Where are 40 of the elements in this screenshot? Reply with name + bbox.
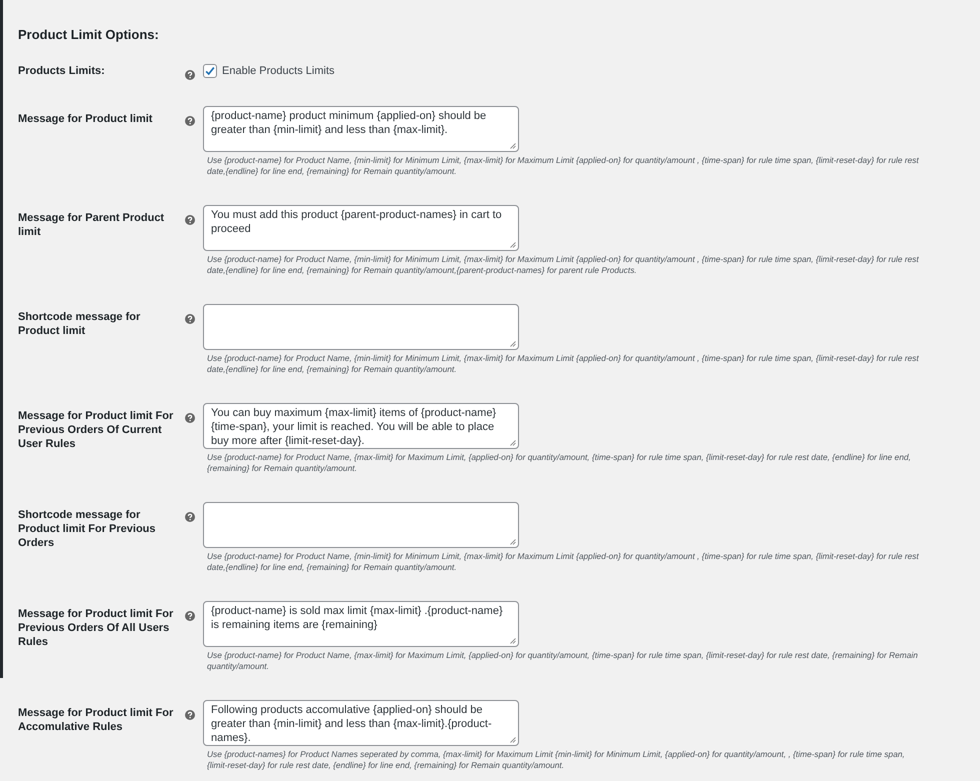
checkbox[interactable] xyxy=(203,64,217,78)
field-label: Message for Product limit For Accomulative Rules xyxy=(18,706,174,734)
field-description: Use {product-name} for Product Name, {min-limit} for Minimum Limit, {max-limit} for Maximum Limit {applied-on} for quantity/amount , {time-span} for rule time span, {limit-reset-day} for rule rest date,{endline} for line end, {remaining} for Remain quantity/amount. xyxy=(206,353,919,375)
help-icon[interactable] xyxy=(185,512,195,522)
message-field[interactable]: {product-name} product minimum {applied-on} should be greater than {min-limit} and less than {max-limit}. xyxy=(203,106,519,152)
message-field[interactable] xyxy=(203,502,519,548)
resize-handle-icon[interactable] xyxy=(510,440,516,446)
field-label: Message for Product limit For Previous Orders Of All Users Rules xyxy=(18,607,174,649)
field-description: Use {product-name} for Product Name, {min-limit} for Minimum Limit, {max-limit} for Maximum Limit {applied-on} for quantity/amount , {time-span} for rule time span, {limit-reset-day} for rule rest date,{endline} for line end, {remaining} for Remain quantity/amount,{parent-product-names} for parent rule Products. xyxy=(206,254,919,276)
help-icon[interactable] xyxy=(185,70,195,80)
field-description: Use {product-name} for Product Name, {max-limit} for Maximum Limit, {applied-on} for quantity/amount, {time-span} for rule time span, {limit-reset-day} for rule rest date, {endline} for line end, {remaining} for Remain quantity/amount. xyxy=(206,452,912,474)
field-description: Use {product-name} for Product Name, {max-limit} for Maximum Limit, {applied-on} for quantity/amount, {time-span} for rule time span, {limit-reset-day} for rule rest date, {remaining} for Remain quantity/amount. xyxy=(206,650,919,672)
help-icon[interactable] xyxy=(185,413,195,423)
resize-handle-icon[interactable] xyxy=(510,242,516,248)
field-label: Shortcode message for Product limit xyxy=(18,310,142,338)
field-label: Products Limits: xyxy=(18,64,106,78)
field-label: Shortcode message for Product limit For Previous Orders xyxy=(18,508,157,550)
help-icon[interactable] xyxy=(185,314,195,324)
resize-handle-icon[interactable] xyxy=(510,638,516,644)
message-field[interactable]: {product-name} is sold max limit {max-limit} .{product-name} is remaining items are {remaining} xyxy=(203,601,519,647)
message-field[interactable] xyxy=(203,304,519,350)
message-field[interactable]: Following products accomulative {applied-on} should be greater than {min-limit} and less than {max-limit}.{product-names}. xyxy=(203,700,519,746)
section-title: Product Limit Options: xyxy=(18,26,160,44)
field-description: Use {product-name} for Product Name, {min-limit} for Minimum Limit, {max-limit} for Maximum Limit {applied-on} for quantity/amount , {time-span} for rule time span, {limit-reset-day} for rule rest date,{endline} for line end, {remaining} for Remain quantity/amount. xyxy=(206,155,919,177)
help-icon[interactable] xyxy=(185,611,195,621)
help-icon[interactable] xyxy=(185,710,195,720)
field-description: Use {product-name} for Product Name, {min-limit} for Minimum Limit, {max-limit} for Maximum Limit {applied-on} for quantity/amount , {time-span} for rule time span, {limit-reset-day} for rule rest date,{endline} for line end, {remaining} for Remain quantity/amount. xyxy=(206,551,919,573)
field-label: Message for Parent Product limit xyxy=(18,211,166,239)
message-field[interactable]: You must add this product {parent-product-names} in cart to proceed xyxy=(203,205,519,251)
resize-handle-icon[interactable] xyxy=(510,737,516,743)
field-label: Message for Product limit xyxy=(18,112,154,126)
field-label: Message for Product limit For Previous Orders Of Current User Rules xyxy=(18,409,174,451)
message-field[interactable]: You can buy maximum {max-limit} items of {product-name} {time-span}, your limit is reached. You will be able to place buy more after {limit-reset-day}. xyxy=(203,403,519,449)
resize-handle-icon[interactable] xyxy=(510,341,516,347)
checkbox-label[interactable]: Enable Products Limits xyxy=(222,65,334,77)
field-description: Use {product-names} for Product Names seperated by comma, {max-limit} for Maximum Limit {min-limit} for Minimum Limit, {applied-on} for quantity/amount, , {time-span} for rule time span, {limit-reset-day} for rule rest date, {endline} for line end, {remaining} for Remain quantity/amount. xyxy=(206,749,906,771)
help-icon[interactable] xyxy=(185,116,195,126)
help-icon[interactable] xyxy=(185,215,195,225)
resize-handle-icon[interactable] xyxy=(510,539,516,545)
resize-handle-icon[interactable] xyxy=(510,143,516,149)
